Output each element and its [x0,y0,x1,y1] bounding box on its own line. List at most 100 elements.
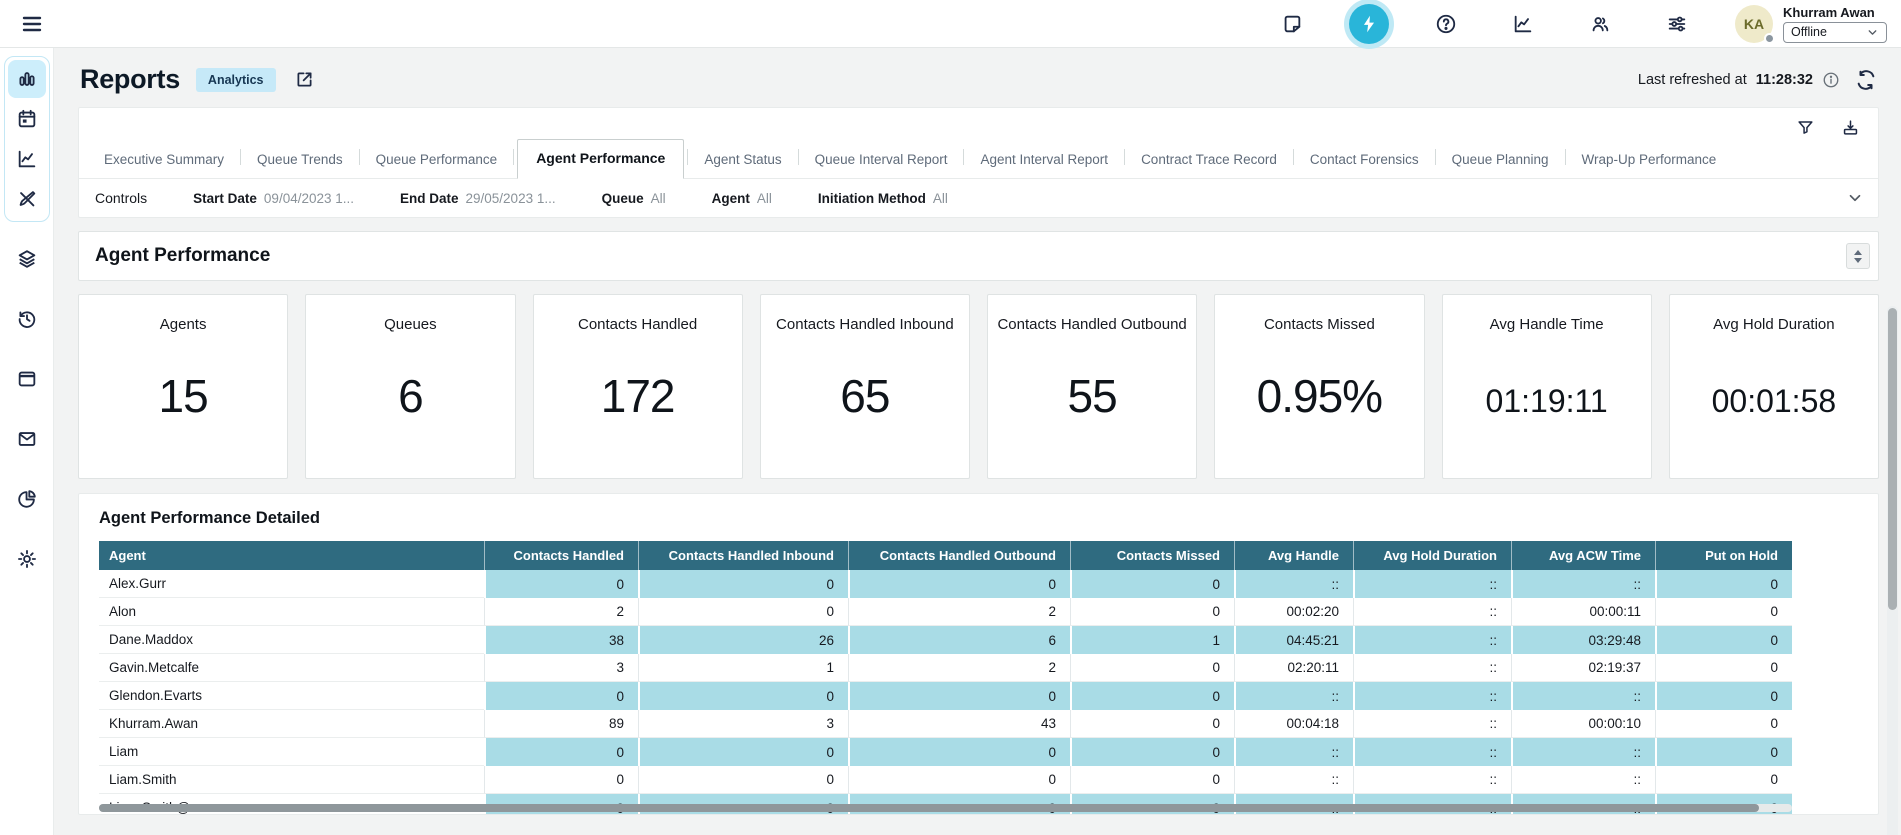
gear-icon [16,548,38,570]
sidebar-pie-chart-button[interactable] [8,480,46,518]
tab-queue-performance[interactable]: Queue Performance [363,143,511,178]
column-header-avg-acw-time[interactable]: Avg ACW Time [1511,541,1655,570]
tab-queue-planning[interactable]: Queue Planning [1439,143,1562,178]
tab-contract-trace-record[interactable]: Contract Trace Record [1128,143,1290,178]
kpi-value: 01:19:11 [1486,383,1608,420]
lightning-button[interactable] [1349,4,1389,44]
analytics-badge: Analytics [196,68,276,92]
tab-wrap-up-performance[interactable]: Wrap-Up Performance [1569,143,1730,178]
status-select[interactable]: Offline [1783,22,1887,43]
horizontal-scrollbar-thumb[interactable] [99,804,1759,812]
sidebar-calendar-button[interactable] [8,100,46,138]
users-button[interactable] [1580,4,1620,44]
control-start-date[interactable]: Start Date09/04/2023 1... [193,191,354,206]
help-icon [1435,13,1457,35]
line-chart-icon [16,148,38,170]
value-cell: 0 [638,598,848,626]
value-cell: 0 [1070,570,1234,598]
vertical-scrollbar[interactable] [1887,306,1898,835]
refresh-button[interactable] [1855,69,1877,91]
control-queue[interactable]: QueueAll [602,191,666,206]
kpi-card-contacts-missed: Contacts Missed0.95% [1214,294,1424,479]
kpi-card-avg-hold-duration: Avg Hold Duration00:01:58 [1669,294,1879,479]
filter-button[interactable] [1796,118,1815,137]
tab-agent-interval-report[interactable]: Agent Interval Report [967,143,1121,178]
sidebar-design-button[interactable] [8,180,46,218]
table-row: Liam0000::::::0 [99,738,1792,766]
calendar-icon [16,108,38,130]
column-header-contacts-missed[interactable]: Contacts Missed [1070,541,1234,570]
value-cell: 0 [1070,766,1234,794]
tab-contact-forensics[interactable]: Contact Forensics [1297,143,1432,178]
sidebar-history-button[interactable] [8,300,46,338]
tab-executive-summary[interactable]: Executive Summary [91,143,237,178]
table-row: Khurram.Awan89343000:04:18::00:00:100 [99,710,1792,738]
report-panel: Executive SummaryQueue TrendsQueue Perfo… [78,107,1879,218]
external-link-icon [294,69,315,90]
tab-agent-status[interactable]: Agent Status [691,143,794,178]
section-stepper[interactable] [1846,243,1870,269]
sidebar-line-chart-button[interactable] [8,140,46,178]
control-value: 09/04/2023 1... [264,191,354,206]
value-cell: :: [1511,738,1655,766]
value-cell: 0 [638,738,848,766]
horizontal-scrollbar[interactable] [99,804,1792,812]
column-header-contacts-handled-outbound[interactable]: Contacts Handled Outbound [848,541,1070,570]
filter-icon [1796,118,1815,137]
column-header-contacts-handled[interactable]: Contacts Handled [484,541,638,570]
kpi-value: 55 [1068,369,1117,423]
value-cell: 0 [1070,738,1234,766]
info-button[interactable] [1822,71,1840,89]
control-end-date[interactable]: End Date29/05/2023 1... [400,191,556,206]
value-cell: 0 [638,766,848,794]
column-header-avg-handle[interactable]: Avg Handle [1234,541,1353,570]
agent-name-cell: Liam.Smith [99,766,484,794]
column-header-agent[interactable]: Agent [99,541,484,570]
value-cell: :: [1353,598,1511,626]
kpi-label: Contacts Handled Inbound [776,316,954,333]
value-cell: 04:45:21 [1234,626,1353,654]
page-title: Reports [80,64,180,95]
column-header-contacts-handled-inbound[interactable]: Contacts Handled Inbound [638,541,848,570]
column-header-avg-hold-duration[interactable]: Avg Hold Duration [1353,541,1511,570]
sidebar-gear-button[interactable] [8,540,46,578]
agent-name-cell: Alon [99,598,484,626]
table-row: Glendon.Evarts0000::::::0 [99,682,1792,710]
tab-queue-interval-report[interactable]: Queue Interval Report [802,143,961,178]
control-agent[interactable]: AgentAll [712,191,772,206]
tab-separator [1435,149,1436,165]
tab-agent-performance[interactable]: Agent Performance [517,139,684,179]
sidebar-window-button[interactable] [8,360,46,398]
value-cell: 89 [484,710,638,738]
sidebar-bar-chart-button[interactable] [8,60,46,98]
line-chart-button[interactable] [1503,4,1543,44]
sidebar-pinned-group [4,56,50,222]
download-button[interactable] [1841,118,1860,137]
control-initiation-method[interactable]: Initiation MethodAll [818,191,948,206]
value-cell: 0 [1655,710,1792,738]
tab-separator [1293,149,1294,165]
vertical-scrollbar-thumb[interactable] [1888,308,1897,610]
tab-queue-trends[interactable]: Queue Trends [244,143,356,178]
controls-collapse-button[interactable] [1846,189,1864,207]
control-value: All [933,191,948,206]
value-cell: 0 [848,570,1070,598]
sidebar-layers-button[interactable] [8,240,46,278]
notes-button[interactable] [1272,4,1312,44]
stepper-down-icon [1854,258,1862,263]
open-in-new-tab-button[interactable] [294,69,315,90]
kpi-card-contacts-handled: Contacts Handled172 [533,294,743,479]
controls-bar: Controls Start Date09/04/2023 1...End Da… [79,179,1878,217]
value-cell: 0 [1655,682,1792,710]
value-cell: 00:00:11 [1511,598,1655,626]
value-cell: 2 [848,598,1070,626]
kpi-value: 0.95% [1257,369,1382,423]
help-button[interactable] [1426,4,1466,44]
sliders-button[interactable] [1657,4,1697,44]
column-header-put-on-hold[interactable]: Put on Hold [1655,541,1792,570]
hamburger-menu-button[interactable] [16,8,48,40]
avatar[interactable]: KA [1735,5,1773,43]
kpi-value: 15 [159,369,208,423]
value-cell: 0 [1655,738,1792,766]
sidebar-mail-button[interactable] [8,420,46,458]
